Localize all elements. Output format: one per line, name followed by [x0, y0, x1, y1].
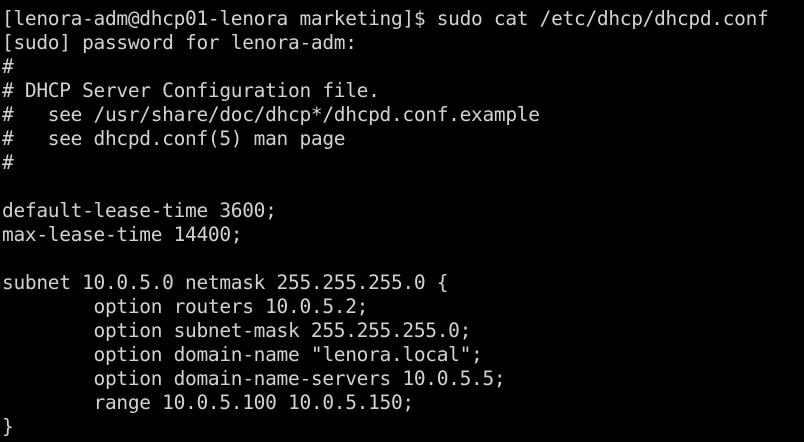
subnet-option-line: option domain-name-servers 10.0.5.5; [2, 367, 506, 390]
subnet-option-line: option routers 10.0.5.2; [2, 295, 369, 318]
config-comment-line: # see dhcpd.conf(5) man page [2, 127, 346, 150]
shell-prompt-command-line: [lenora-adm@dhcp01-lenora marketing]$ su… [2, 7, 769, 30]
config-comment-line: # DHCP Server Configuration file. [2, 79, 380, 102]
config-directive-line: default-lease-time 3600; [2, 199, 277, 222]
terminal-window[interactable]: [lenora-adm@dhcp01-lenora marketing]$ su… [0, 0, 804, 442]
config-comment-line: # [2, 151, 14, 174]
subnet-block-start-line: subnet 10.0.5.0 netmask 255.255.255.0 { [2, 271, 449, 294]
subnet-range-line: range 10.0.5.100 10.0.5.150; [2, 391, 415, 414]
sudo-password-prompt-line: [sudo] password for lenora-adm: [2, 31, 357, 54]
subnet-option-line: option domain-name "lenora.local"; [2, 343, 483, 366]
config-comment-line: # see /usr/share/doc/dhcp*/dhcpd.conf.ex… [2, 103, 540, 126]
config-comment-line: # [2, 55, 14, 78]
subnet-option-line: option subnet-mask 255.255.255.0; [2, 319, 472, 342]
config-directive-line: max-lease-time 14400; [2, 223, 243, 246]
terminal-screen[interactable]: [lenora-adm@dhcp01-lenora marketing]$ su… [2, 7, 804, 442]
subnet-block-end-line: } [2, 415, 14, 438]
